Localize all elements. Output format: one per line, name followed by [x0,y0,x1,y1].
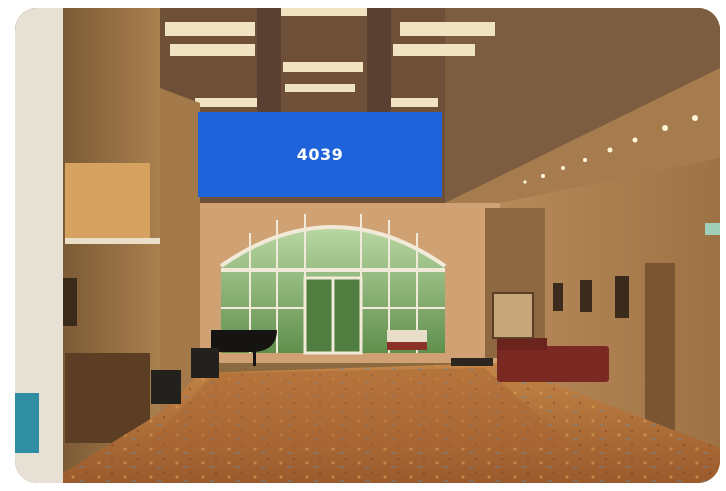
left-alcove [65,163,150,243]
bench [387,330,427,350]
right-wall-sign [705,223,720,235]
left-picture [63,278,77,326]
teal-chair [15,393,39,453]
coffee-table [451,358,493,366]
hotel-lobby-photo [15,8,720,483]
display-screen-text: 4039 [296,145,344,164]
photo-frame: 4039 [15,8,720,483]
left-shelf [65,238,160,244]
display-cabinet [492,292,534,339]
right-column [645,263,675,443]
